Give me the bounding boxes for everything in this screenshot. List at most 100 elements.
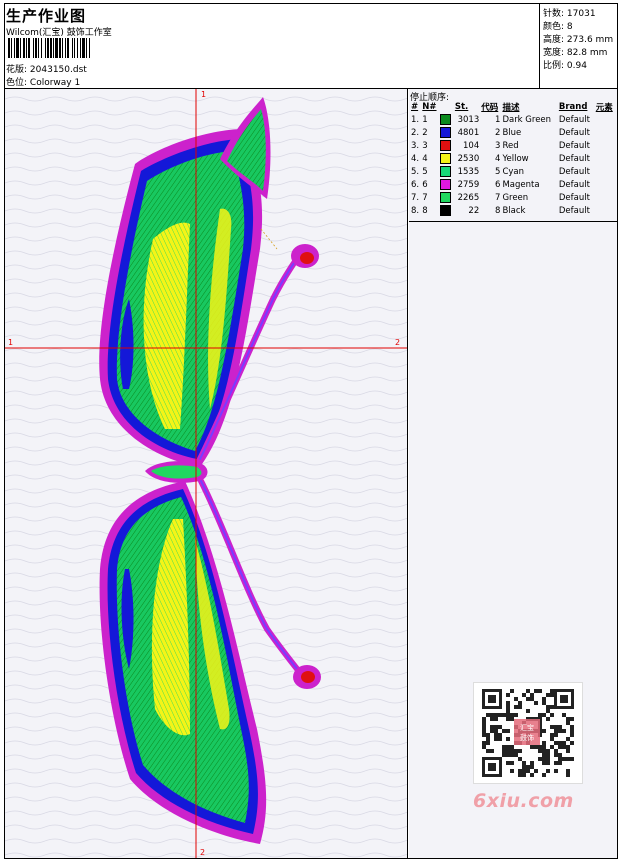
color-swatch-cell (439, 178, 453, 191)
cell-code: 7 (495, 192, 501, 203)
axis-label-right: 2 (395, 338, 400, 347)
color-swatch (440, 179, 452, 190)
cell-code: 8 (495, 205, 501, 216)
cell-st: 22 (468, 205, 480, 216)
cell-code: 2 (495, 127, 501, 138)
table-row: 1. 1 3013 1 Dark Green Default (410, 113, 616, 126)
cell-code: 1 (495, 114, 501, 125)
axis-label-top: 1 (201, 90, 206, 99)
cell-el (595, 165, 616, 178)
vendor-name: Wilcom(汇宝) 鼓饰工作室 (6, 28, 112, 38)
cell-brand: Default (558, 179, 590, 190)
cell-idx: 1. (411, 114, 420, 125)
cell-brand: Default (558, 127, 590, 138)
cell-desc: Black (502, 205, 526, 216)
cell-n: 4 (422, 153, 428, 164)
dragonfly-embroidery-preview: 1 1 2 2 (5, 89, 407, 858)
stat-colors: 颜色: 8 (543, 22, 573, 32)
cell-el (595, 126, 616, 139)
color-swatch (440, 192, 452, 203)
cell-n: 8 (422, 205, 428, 216)
cell-idx: 7. (411, 192, 420, 203)
cell-el (595, 191, 616, 204)
cell-n: 2 (422, 127, 428, 138)
table-divider (409, 221, 618, 222)
cell-brand: Default (558, 140, 590, 151)
barcode-icon (8, 38, 90, 58)
seal-text-bottom: 鼓饰 (520, 733, 534, 742)
color-swatch (440, 127, 452, 138)
design-canvas[interactable]: 1 1 2 2 (5, 89, 408, 858)
seal-text-top: 汇宝 (520, 723, 534, 732)
production-worksheet: 生产作业图 Wilcom(汇宝) 鼓饰工作室 花版: 2043150.dst 色… (0, 0, 620, 861)
color-swatch-cell (439, 152, 453, 165)
table-row: 3. 3 104 3 Red Default (410, 139, 616, 152)
stop-sequence-table: # N# St. 代码 描述 Brand 元素 1. 1 3013 1 Dark Gre… (410, 101, 616, 217)
cell-n: 6 (422, 179, 428, 190)
table-row: 7. 7 2265 7 Green Default (410, 191, 616, 204)
axis-label-bottom: 2 (200, 848, 205, 857)
cell-code: 6 (495, 179, 501, 190)
color-swatch-cell (439, 139, 453, 152)
color-swatch (440, 153, 452, 164)
cell-el (595, 204, 616, 217)
table-row: 2. 2 4801 2 Blue Default (410, 126, 616, 139)
cell-brand: Default (558, 205, 590, 216)
colorway-value: Colorway 1 (29, 78, 81, 88)
cell-idx: 8. (411, 205, 420, 216)
table-row: 6. 6 2759 6 Magenta Default (410, 178, 616, 191)
cell-el (595, 178, 616, 191)
cell-brand: Default (558, 192, 590, 203)
colorway: 色位: Colorway 1 (6, 75, 80, 88)
cell-st: 2530 (457, 153, 480, 164)
cell-code: 4 (495, 153, 501, 164)
cell-desc: Blue (502, 127, 522, 138)
cell-st: 104 (463, 140, 480, 151)
table-row: 8. 8 22 8 Black Default (410, 204, 616, 217)
color-swatch-cell (439, 204, 453, 217)
cell-desc: Cyan (502, 166, 524, 177)
cell-n: 1 (422, 114, 428, 125)
cell-n: 3 (422, 140, 428, 151)
cell-brand: Default (558, 166, 590, 177)
colorway-label: 色位: (6, 78, 28, 88)
cell-brand: Default (558, 114, 590, 125)
cell-idx: 5. (411, 166, 420, 177)
cell-desc: Yellow (502, 153, 529, 164)
color-swatch-cell (439, 191, 453, 204)
cell-desc: Dark Green (502, 114, 552, 125)
stat-scale: 比例: 0.94 (543, 61, 587, 71)
table-header-row: # N# St. 代码 描述 Brand 元素 (411, 102, 613, 113)
cell-idx: 3. (411, 140, 420, 151)
cell-st: 3013 (457, 114, 480, 125)
cell-st: 4801 (457, 127, 480, 138)
cell-desc: Red (502, 140, 519, 151)
cell-brand: Default (558, 153, 590, 164)
color-swatch-cell (439, 165, 453, 178)
cell-idx: 6. (411, 179, 420, 190)
color-swatch (440, 166, 452, 177)
cell-st: 2759 (457, 179, 480, 190)
cell-st: 2265 (457, 192, 480, 203)
cell-idx: 2. (411, 127, 420, 138)
stat-width: 宽度: 82.8 mm (543, 48, 608, 58)
stat-stitches: 针数: 17031 (543, 9, 596, 19)
color-swatch (440, 205, 452, 216)
cell-n: 5 (422, 166, 428, 177)
cell-desc: Magenta (502, 179, 540, 190)
cell-el (595, 152, 616, 165)
table-row: 4. 4 2530 4 Yellow Default (410, 152, 616, 165)
cell-el (595, 139, 616, 152)
color-swatch (440, 114, 452, 125)
stat-height: 高度: 273.6 mm (543, 35, 614, 45)
cell-idx: 4. (411, 153, 420, 164)
axis-label-left: 1 (8, 338, 13, 347)
cell-desc: Green (502, 192, 529, 203)
design-file: 花版: 2043150.dst (6, 62, 87, 75)
qr-code-icon: 汇宝 鼓饰 (473, 682, 583, 784)
cell-st: 1535 (457, 166, 480, 177)
design-label: 花版: (6, 65, 28, 75)
cell-code: 3 (495, 140, 501, 151)
color-swatch-cell (439, 113, 453, 126)
page-title: 生产作业图 (6, 7, 87, 25)
